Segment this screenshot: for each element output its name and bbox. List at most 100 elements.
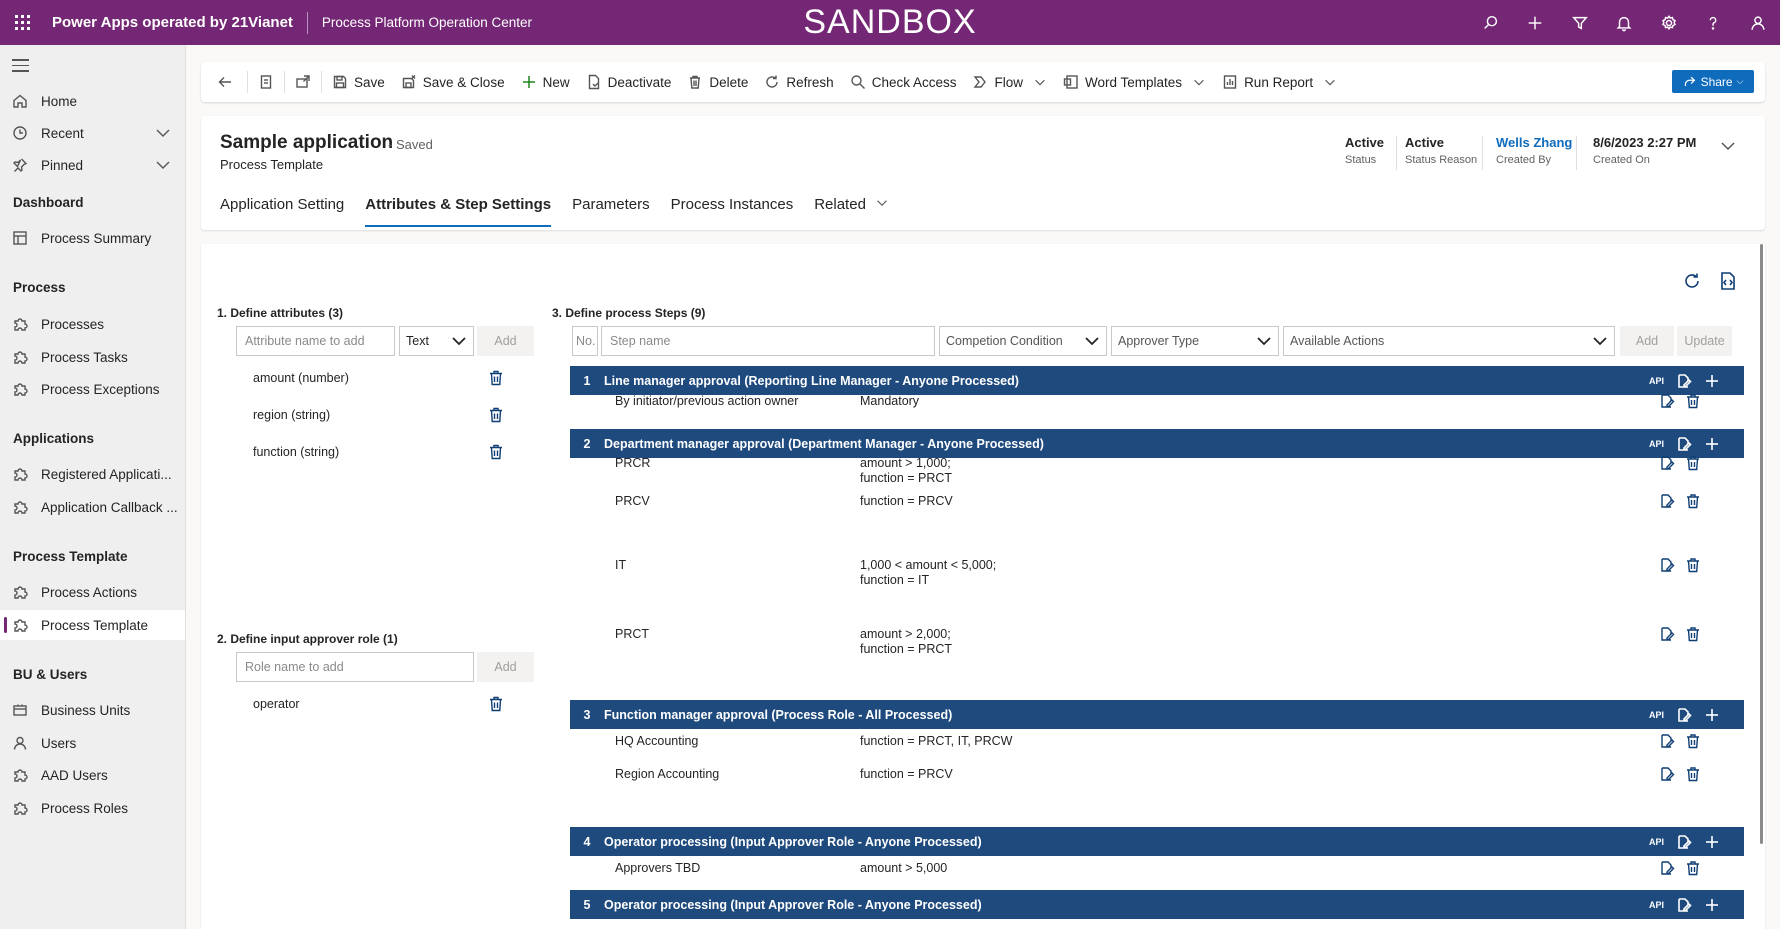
sidebar-item-process-roles[interactable]: Process Roles xyxy=(0,793,185,823)
tab-application-setting[interactable]: Application Setting xyxy=(220,196,344,230)
sidebar-item-process-tasks[interactable]: Process Tasks xyxy=(0,342,185,372)
open-new-window-button[interactable] xyxy=(287,62,319,102)
add-role-button[interactable]: Add xyxy=(477,652,534,682)
available-actions-select[interactable]: Available Actions xyxy=(1283,326,1615,356)
refresh-icon[interactable] xyxy=(1682,271,1702,291)
trash-icon[interactable] xyxy=(1685,493,1701,509)
filter-icon[interactable] xyxy=(1558,0,1603,45)
plus-icon[interactable] xyxy=(1513,0,1558,45)
add-step-button[interactable]: Add xyxy=(1620,326,1674,356)
trash-icon[interactable] xyxy=(1685,733,1701,749)
share-button[interactable]: Share ⌵ xyxy=(1672,70,1754,93)
tab-parameters[interactable]: Parameters xyxy=(572,196,650,230)
scrollbar-thumb[interactable] xyxy=(1760,244,1763,844)
edit-icon[interactable] xyxy=(1659,455,1675,471)
sidebar-item-application-callback[interactable]: Application Callback ... xyxy=(0,492,185,522)
sidebar-item-process-template[interactable]: Process Template xyxy=(0,610,185,640)
save-button[interactable]: Save xyxy=(324,62,393,102)
delete-button[interactable]: Delete xyxy=(679,62,756,102)
check-access-button[interactable]: Check Access xyxy=(842,62,965,102)
app-name[interactable]: Power Apps operated by 21Vianet xyxy=(52,14,293,31)
step-name-input[interactable]: Step name xyxy=(601,326,935,356)
update-step-button[interactable]: Update xyxy=(1677,326,1732,356)
trash-icon[interactable] xyxy=(489,407,503,423)
created-by-link[interactable]: Wells Zhang xyxy=(1496,135,1572,150)
add-rule-plus-icon[interactable] xyxy=(1704,436,1720,452)
api-icon[interactable]: API xyxy=(1649,376,1664,386)
environment-name[interactable]: Process Platform Operation Center xyxy=(322,15,532,30)
chevron-down-icon[interactable] xyxy=(155,126,171,140)
role-name-input[interactable]: Role name to add xyxy=(236,652,474,682)
form-view-button[interactable] xyxy=(250,62,282,102)
sidebar-item-users[interactable]: Users xyxy=(0,728,185,758)
add-rule-plus-icon[interactable] xyxy=(1704,897,1720,913)
edit-icon[interactable] xyxy=(1659,766,1675,782)
trash-icon[interactable] xyxy=(1685,557,1701,573)
add-rule-plus-icon[interactable] xyxy=(1704,707,1720,723)
sidebar-item-pinned[interactable]: Pinned xyxy=(0,150,185,180)
api-icon[interactable]: API xyxy=(1649,900,1664,910)
trash-icon[interactable] xyxy=(489,444,503,460)
edit-icon[interactable] xyxy=(1676,436,1692,452)
app-launcher-icon[interactable] xyxy=(0,0,44,45)
step-header[interactable]: 4 Operator processing (Input Approver Rol… xyxy=(570,827,1744,856)
tab-process-instances[interactable]: Process Instances xyxy=(671,196,794,230)
sidebar-item-recent[interactable]: Recent xyxy=(0,118,185,148)
trash-icon[interactable] xyxy=(1685,393,1701,409)
sidebar-item-process-exceptions[interactable]: Process Exceptions xyxy=(0,374,185,404)
trash-icon[interactable] xyxy=(489,696,503,712)
sidebar-item-process-summary[interactable]: Process Summary xyxy=(0,223,185,253)
api-icon[interactable]: API xyxy=(1649,439,1664,449)
edit-icon[interactable] xyxy=(1659,860,1675,876)
edit-icon[interactable] xyxy=(1676,897,1692,913)
run-report-button[interactable]: Run Report xyxy=(1214,62,1345,102)
add-rule-plus-icon[interactable] xyxy=(1704,373,1720,389)
new-button[interactable]: New xyxy=(513,62,578,102)
attribute-type-select[interactable]: Text xyxy=(399,326,474,356)
expand-header-chevron-icon[interactable] xyxy=(1720,138,1736,154)
edit-icon[interactable] xyxy=(1659,393,1675,409)
code-file-icon[interactable] xyxy=(1718,271,1738,291)
api-icon[interactable]: API xyxy=(1649,837,1664,847)
edit-icon[interactable] xyxy=(1676,707,1692,723)
step-header[interactable]: 3 Function manager approval (Process Role… xyxy=(570,700,1744,729)
trash-icon[interactable] xyxy=(1685,766,1701,782)
step-header[interactable]: 1 Line manager approval (Reporting Line M… xyxy=(570,366,1744,395)
step-header[interactable]: 5 Operator processing (Input Approver Rol… xyxy=(570,890,1744,919)
save-close-button[interactable]: Save & Close xyxy=(393,62,513,102)
trash-icon[interactable] xyxy=(489,370,503,386)
trash-icon[interactable] xyxy=(1685,455,1701,471)
user-icon[interactable] xyxy=(1736,0,1780,45)
edit-icon[interactable] xyxy=(1676,373,1692,389)
gear-icon[interactable] xyxy=(1647,0,1692,45)
step-number-input[interactable]: No. xyxy=(572,326,598,356)
sidebar-item-processes[interactable]: Processes xyxy=(0,309,185,339)
tab-attributes-step-settings[interactable]: Attributes & Step Settings xyxy=(365,196,551,230)
sidebar-item-registered-applications[interactable]: Registered Applicati... xyxy=(0,459,185,489)
edit-icon[interactable] xyxy=(1659,733,1675,749)
hamburger-icon[interactable] xyxy=(12,59,29,76)
approver-type-select[interactable]: Approver Type xyxy=(1111,326,1279,356)
step-header[interactable]: 2 Department manager approval (Department… xyxy=(570,429,1744,458)
trash-icon[interactable] xyxy=(1685,860,1701,876)
edit-icon[interactable] xyxy=(1659,626,1675,642)
help-icon[interactable] xyxy=(1691,0,1736,45)
attribute-name-input[interactable]: Attribute name to add xyxy=(236,326,395,356)
api-icon[interactable]: API xyxy=(1649,710,1664,720)
sidebar-item-process-actions[interactable]: Process Actions xyxy=(0,577,185,607)
add-attribute-button[interactable]: Add xyxy=(477,326,534,356)
trash-icon[interactable] xyxy=(1685,626,1701,642)
flow-button[interactable]: Flow xyxy=(965,62,1056,102)
tab-related[interactable]: Related xyxy=(814,196,888,230)
edit-icon[interactable] xyxy=(1659,493,1675,509)
edit-icon[interactable] xyxy=(1659,557,1675,573)
sidebar-item-home[interactable]: Home xyxy=(0,86,185,116)
refresh-button[interactable]: Refresh xyxy=(756,62,841,102)
sidebar-item-business-units[interactable]: Business Units xyxy=(0,695,185,725)
chevron-down-icon[interactable] xyxy=(155,158,171,172)
add-rule-plus-icon[interactable] xyxy=(1704,834,1720,850)
sidebar-item-aad-users[interactable]: AAD Users xyxy=(0,760,185,790)
word-templates-button[interactable]: Word Templates xyxy=(1055,62,1214,102)
search-icon[interactable] xyxy=(1469,0,1514,45)
back-button[interactable] xyxy=(201,62,241,102)
